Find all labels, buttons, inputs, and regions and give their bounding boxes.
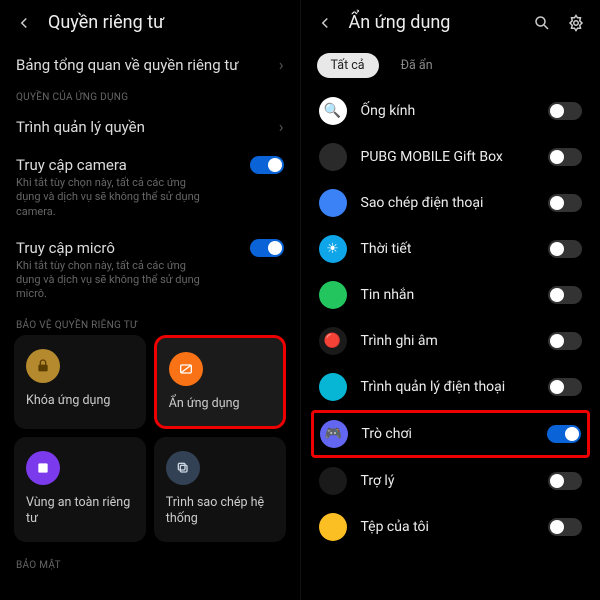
camera-toggle[interactable] [250,156,284,174]
filter-tabs: Tất cả Đã ẩn [301,45,600,88]
page-title: Quyền riêng tư [48,12,164,33]
app-icon [319,467,347,495]
app-name: Tệp của tôi [361,519,535,535]
app-list: 🔍 Ống kính PUBG MOBILE Gift Box Sao chép đi… [301,88,600,550]
copy-icon [166,451,200,485]
app-toggle[interactable] [548,286,582,304]
app-icon [319,143,347,171]
privacy-tiles: Khóa ứng dụng Ẩn ứng dụng Vùng an toàn r… [0,335,300,542]
app-icon [319,189,347,217]
safe-icon [26,451,60,485]
back-icon[interactable] [14,13,34,33]
section-security: BẢO MẬT [0,552,300,575]
app-toggle[interactable] [548,148,582,166]
settings-icon[interactable] [566,13,586,33]
app-row[interactable]: Tin nhắn [311,272,591,318]
page-title: Ẩn ứng dụng [349,12,451,33]
tab-all[interactable]: Tất cả [317,53,379,78]
micro-toggle[interactable] [250,239,284,257]
app-icon [319,373,347,401]
tab-hidden[interactable]: Đã ẩn [387,53,447,78]
app-name: Trình quản lý điện thoại [361,379,535,395]
app-row[interactable]: Trình quản lý điện thoại [311,364,591,410]
camera-access-row[interactable]: Truy cập camera Khi tắt tùy chọn này, tấ… [0,146,300,229]
app-name: Trợ lý [361,473,535,489]
search-icon[interactable] [532,13,552,33]
app-toggle[interactable] [548,332,582,350]
privacy-settings-pane: Quyền riêng tư Bảng tổng quan về quyền r… [0,0,300,600]
app-row[interactable]: PUBG MOBILE Gift Box [311,134,591,180]
left-header: Quyền riêng tư [0,0,300,45]
app-name: Trình ghi âm [361,333,535,349]
section-privacy-protect: BẢO VỆ QUYỀN RIÊNG TƯ [0,312,300,335]
app-name: Ống kính [361,103,535,119]
hide-icon [169,352,203,386]
permission-manager-row[interactable]: Trình quản lý quyền › [0,107,300,146]
app-toggle[interactable] [548,194,582,212]
app-row[interactable]: Sao chép điện thoại [311,180,591,226]
app-toggle[interactable] [548,378,582,396]
app-toggle[interactable] [548,240,582,258]
tile-app-lock[interactable]: Khóa ứng dụng [14,335,146,429]
tile-system-backup[interactable]: Trình sao chép hệ thống [154,437,286,542]
app-name: Sao chép điện thoại [361,195,535,211]
app-icon [319,513,347,541]
hide-apps-pane: Ẩn ứng dụng Tất cả Đã ẩn 🔍 Ống kính PUBG M… [300,0,600,600]
app-toggle[interactable] [548,472,582,490]
app-row[interactable]: ☀ Thời tiết [311,226,591,272]
app-row[interactable]: Tệp của tôi [311,504,591,550]
app-toggle[interactable] [548,518,582,536]
micro-access-row[interactable]: Truy cập micrô Khi tắt tùy chọn này, tất… [0,229,300,312]
app-name: Tin nhắn [361,287,535,303]
privacy-overview-row[interactable]: Bảng tổng quan về quyền riêng tư › [0,45,300,84]
app-name: PUBG MOBILE Gift Box [361,149,535,165]
app-name: Trò chơi [362,426,534,442]
app-icon: 🔍 [319,97,347,125]
app-row[interactable]: 🔍 Ống kính [311,88,591,134]
chevron-right-icon: › [279,55,284,74]
chevron-right-icon: › [279,117,284,136]
lock-icon [26,349,60,383]
tile-private-safe[interactable]: Vùng an toàn riêng tư [14,437,146,542]
app-icon: 🎮 [320,420,348,448]
app-toggle[interactable] [547,425,581,443]
app-row[interactable]: 🔴 Trình ghi âm [311,318,591,364]
app-toggle[interactable] [548,102,582,120]
app-icon [319,281,347,309]
section-app-permissions: QUYỀN CỦA ỨNG DỤNG [0,84,300,107]
app-icon: 🔴 [319,327,347,355]
app-row[interactable]: Trợ lý [311,458,591,504]
right-header: Ẩn ứng dụng [301,0,600,45]
app-name: Thời tiết [361,241,535,257]
app-icon: ☀ [319,235,347,263]
tile-hide-apps[interactable]: Ẩn ứng dụng [154,335,286,429]
app-row[interactable]: 🎮 Trò chơi [311,410,591,458]
back-icon[interactable] [315,13,335,33]
